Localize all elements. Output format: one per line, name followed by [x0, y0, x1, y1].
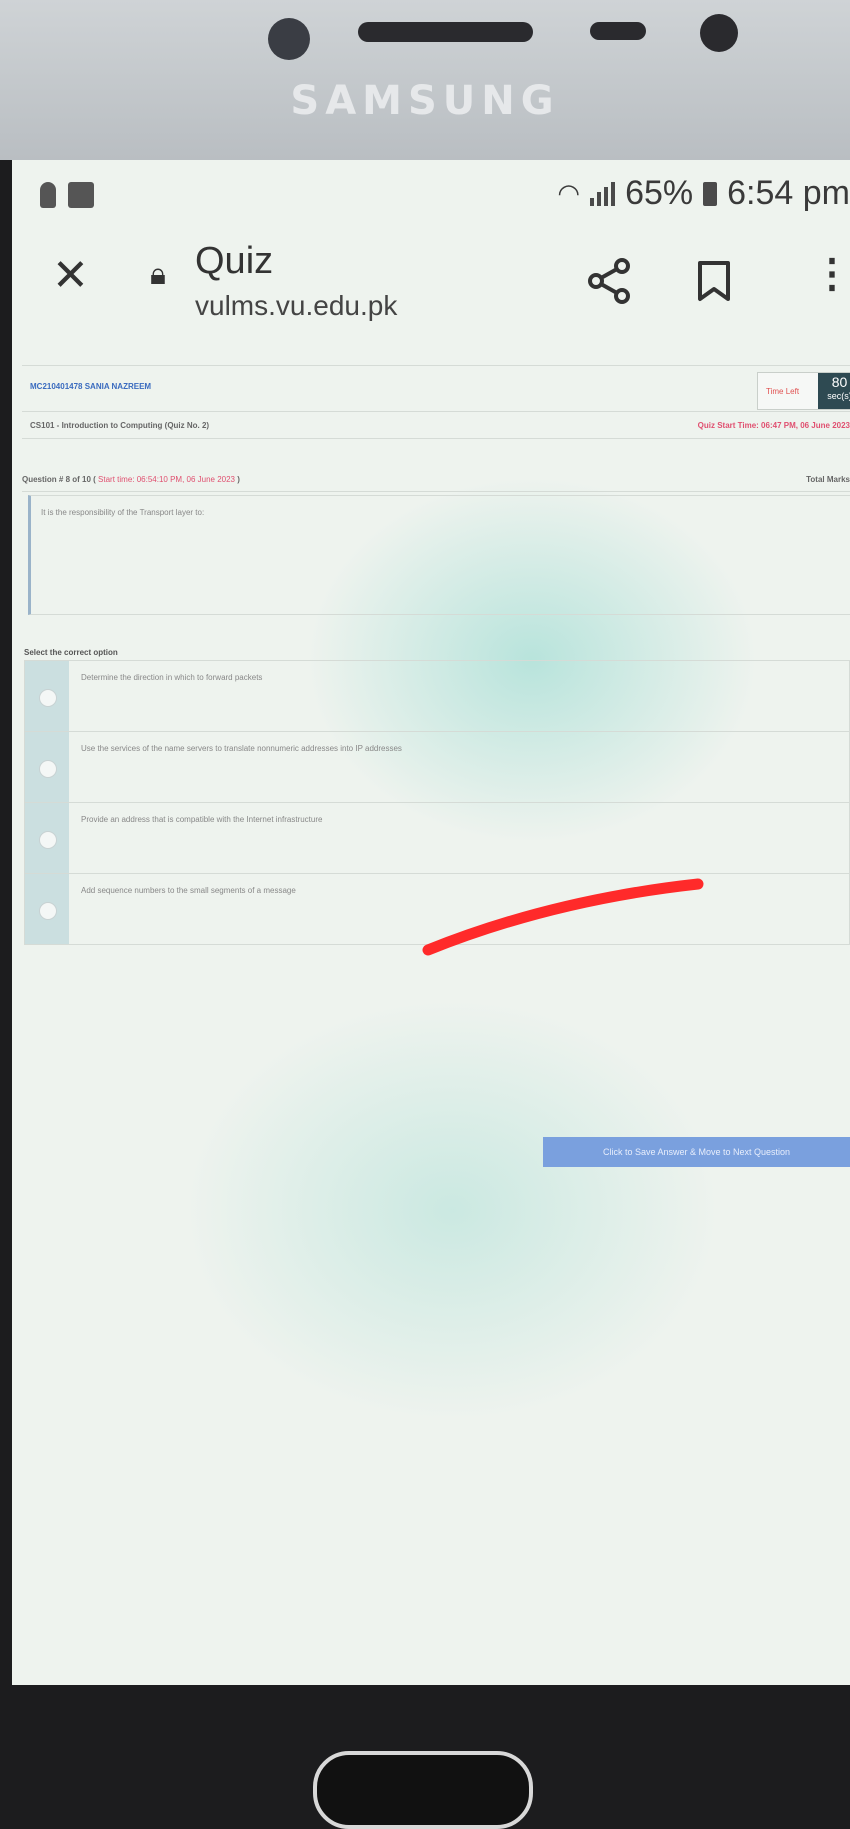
phone-top-bezel: SAMSUNG [0, 0, 850, 160]
front-camera [268, 18, 310, 60]
secondary-camera [700, 14, 738, 52]
phone-bottom-bezel [0, 1685, 850, 1829]
phone-screen: ◠ 65% 6:54 pm ✕ 🔒︎ Quiz vulms.vu.edu.pk … [12, 160, 850, 1685]
proximity-sensor [590, 22, 646, 40]
device-brand: SAMSUNG [290, 78, 560, 124]
home-button[interactable] [313, 1751, 533, 1829]
red-annotation-stroke [422, 878, 704, 956]
earpiece-speaker [358, 22, 533, 42]
